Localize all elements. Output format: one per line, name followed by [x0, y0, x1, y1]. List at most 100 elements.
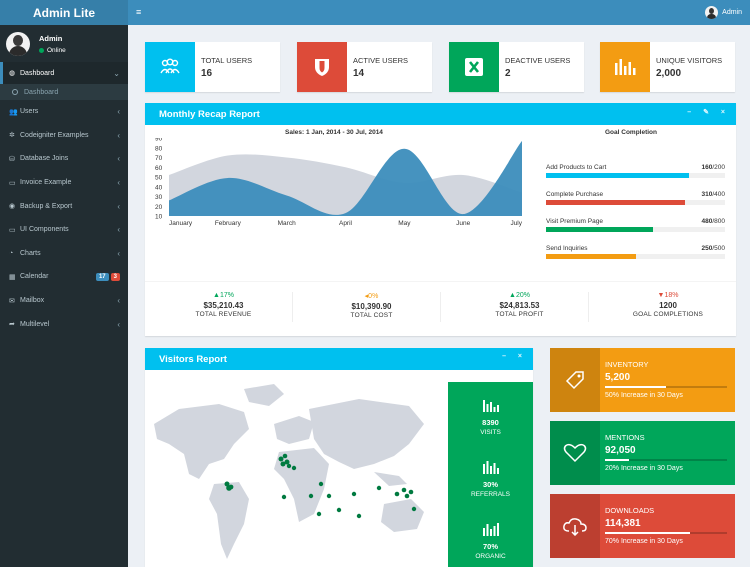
database-icon: ⛁: [9, 155, 15, 163]
sidebar-item-users[interactable]: 👥 Users ‹: [0, 100, 128, 124]
shield-icon: [297, 42, 347, 92]
y-tick-label: 50: [155, 175, 163, 182]
map-north-america[interactable]: [154, 404, 249, 479]
small-box-desc: 70% Increase in 30 Days: [605, 538, 683, 545]
y-tick-label: 60: [155, 165, 163, 172]
dashboard-icon: ◍: [9, 70, 16, 77]
stat-value: 70%: [482, 542, 498, 551]
sidebar-item-database-joins[interactable]: ⛁ Database Joins ‹: [0, 147, 128, 171]
y-tick-label: 30: [155, 194, 163, 201]
small-box-name: MENTIONS: [605, 433, 645, 442]
info-box-value: 16: [201, 68, 213, 79]
map-australia[interactable]: [381, 499, 424, 532]
stat-label: REFERRALS: [470, 491, 510, 498]
app-logo[interactable]: Admin Lite: [0, 0, 128, 25]
sidebar-item-label: UI Components: [20, 226, 69, 234]
map-greenland[interactable]: [244, 384, 284, 406]
small-box-progress: [605, 532, 727, 534]
box-title: Monthly Recap Report: [159, 108, 260, 120]
excel-icon: [449, 42, 499, 92]
goal-progress: Send Inquiries 250/500: [546, 245, 725, 265]
x-tick-label: July: [510, 220, 522, 227]
x-tick-label: April: [339, 220, 353, 227]
count-badge: 17: [95, 272, 109, 281]
submenu-item-dashboard[interactable]: Dashboard: [0, 84, 128, 100]
goal-value: 160/200: [701, 164, 725, 171]
desc-amount: 1200: [659, 301, 677, 310]
chevron-left-icon: ‹: [117, 130, 120, 140]
small-box-name: INVENTORY: [605, 360, 649, 369]
x-tick-label: March: [278, 220, 296, 227]
small-box-name: DOWNLOADS: [605, 506, 655, 515]
sparkline-icon: [482, 461, 499, 474]
description-block: ◂0% $10,390.90 TOTAL COST: [303, 292, 441, 322]
goal-label: Send Inquiries: [546, 245, 588, 252]
info-box-label: ACTIVE USERS: [353, 56, 409, 65]
user-panel: Admin Online: [0, 25, 128, 62]
sidebar-toggle-button[interactable]: ≡: [136, 7, 141, 17]
laptop-icon: ▭: [9, 226, 16, 234]
info-box-label: TOTAL USERS: [201, 56, 253, 65]
monthly-recap-box: Monthly Recap Report – ✎ × Sales: 1 Jan,…: [145, 103, 736, 336]
sidebar-item-ui-components[interactable]: ▭ UI Components ‹: [0, 218, 128, 242]
small-box-value: 114,381: [605, 518, 641, 529]
visitors-report-header: Visitors Report – ×: [145, 348, 533, 370]
small-box-desc: 20% Increase in 30 Days: [605, 465, 683, 472]
chevron-down-icon: ⌄: [113, 68, 120, 78]
heart-icon: [550, 421, 600, 485]
top-navbar: ≡ Admin: [128, 0, 750, 25]
desc-percentage: ◂0%: [364, 293, 379, 300]
description-block: ▲17% $35,210.43 TOTAL REVENUE: [155, 292, 293, 322]
goal-track: [546, 200, 725, 205]
x-tick-label: June: [456, 220, 470, 227]
desc-percentage: ▲20%: [509, 292, 530, 299]
sidebar-item-charts[interactable]: ◔ Charts ‹: [0, 242, 128, 266]
circle-icon: [12, 89, 18, 95]
pie-chart-icon: ◔: [9, 249, 14, 257]
goal-label: Complete Purchase: [546, 191, 604, 198]
map-south-america[interactable]: [209, 482, 249, 559]
user-menu[interactable]: Admin: [705, 6, 742, 19]
visitors-report-box: Visitors Report – × 8390 VISITS 30% REFE…: [145, 348, 533, 567]
recap-footer: ▲17% $35,210.43 TOTAL REVENUE ◂0% $10,390.90…: [145, 281, 736, 337]
sidebar-item-label: Mailbox: [20, 297, 45, 305]
box-tools[interactable]: – ×: [502, 353, 527, 360]
sidebar-item-label: Backup & Export: [20, 202, 73, 210]
chevron-left-icon: ‹: [117, 154, 120, 164]
organic-stat: 70% ORGANIC: [448, 522, 533, 560]
box-tools[interactable]: – ✎ ×: [687, 108, 730, 116]
chevron-left-icon: ‹: [117, 225, 120, 235]
goal-track: [546, 227, 725, 232]
sparkline-icon: [482, 400, 499, 412]
mentions-box: MENTIONS 92,050 20% Increase in 30 Days: [550, 421, 735, 485]
world-map[interactable]: [149, 384, 439, 564]
sidebar-item-mailbox[interactable]: ✉ Mailbox ‹: [0, 289, 128, 313]
sidebar-item-invoice-example[interactable]: ▭ Invoice Example ‹: [0, 171, 128, 195]
goal-progress: Add Products to Cart 160/200: [546, 164, 725, 184]
sidebar-item-codeigniter-examples[interactable]: ✲ Codeigniter Examples ‹: [0, 124, 128, 148]
sidebar-item-label: Invoice Example: [20, 179, 72, 187]
user-status-label: Online: [47, 46, 66, 54]
map-europe[interactable]: [274, 416, 314, 444]
info-box-total-users: TOTAL USERS 16: [145, 42, 280, 92]
top-user-name: Admin: [722, 9, 742, 16]
users-group-icon: [145, 42, 195, 92]
sidebar-item-dashboard[interactable]: ◍ Dashboard ⌄: [0, 62, 128, 84]
description-block: ▼18% 1200 GOAL COMPLETIONS: [599, 292, 737, 322]
map-asia[interactable]: [309, 399, 424, 469]
submenu-label: Dashboard: [24, 88, 59, 96]
envelope-icon: ✉: [9, 297, 15, 305]
sidebar-item-backup-export[interactable]: ◉ Backup & Export ‹: [0, 194, 128, 218]
share-icon: ➦: [9, 321, 15, 329]
small-box-progress: [605, 386, 727, 388]
desc-label: GOAL COMPLETIONS: [632, 311, 704, 318]
map-indonesia[interactable]: [374, 472, 407, 486]
monthly-recap-header: Monthly Recap Report – ✎ ×: [145, 103, 736, 125]
small-box-desc: 50% Increase in 30 Days: [605, 392, 683, 399]
x-tick-label: January: [169, 220, 193, 227]
y-tick-label: 70: [155, 155, 163, 162]
goal-track: [546, 254, 725, 259]
sidebar-item-label: Calendar: [20, 273, 49, 281]
sidebar-item-calendar[interactable]: ▦ Calendar 17 3: [0, 265, 128, 289]
sidebar-item-multilevel[interactable]: ➦ Multilevel ‹: [0, 312, 128, 336]
